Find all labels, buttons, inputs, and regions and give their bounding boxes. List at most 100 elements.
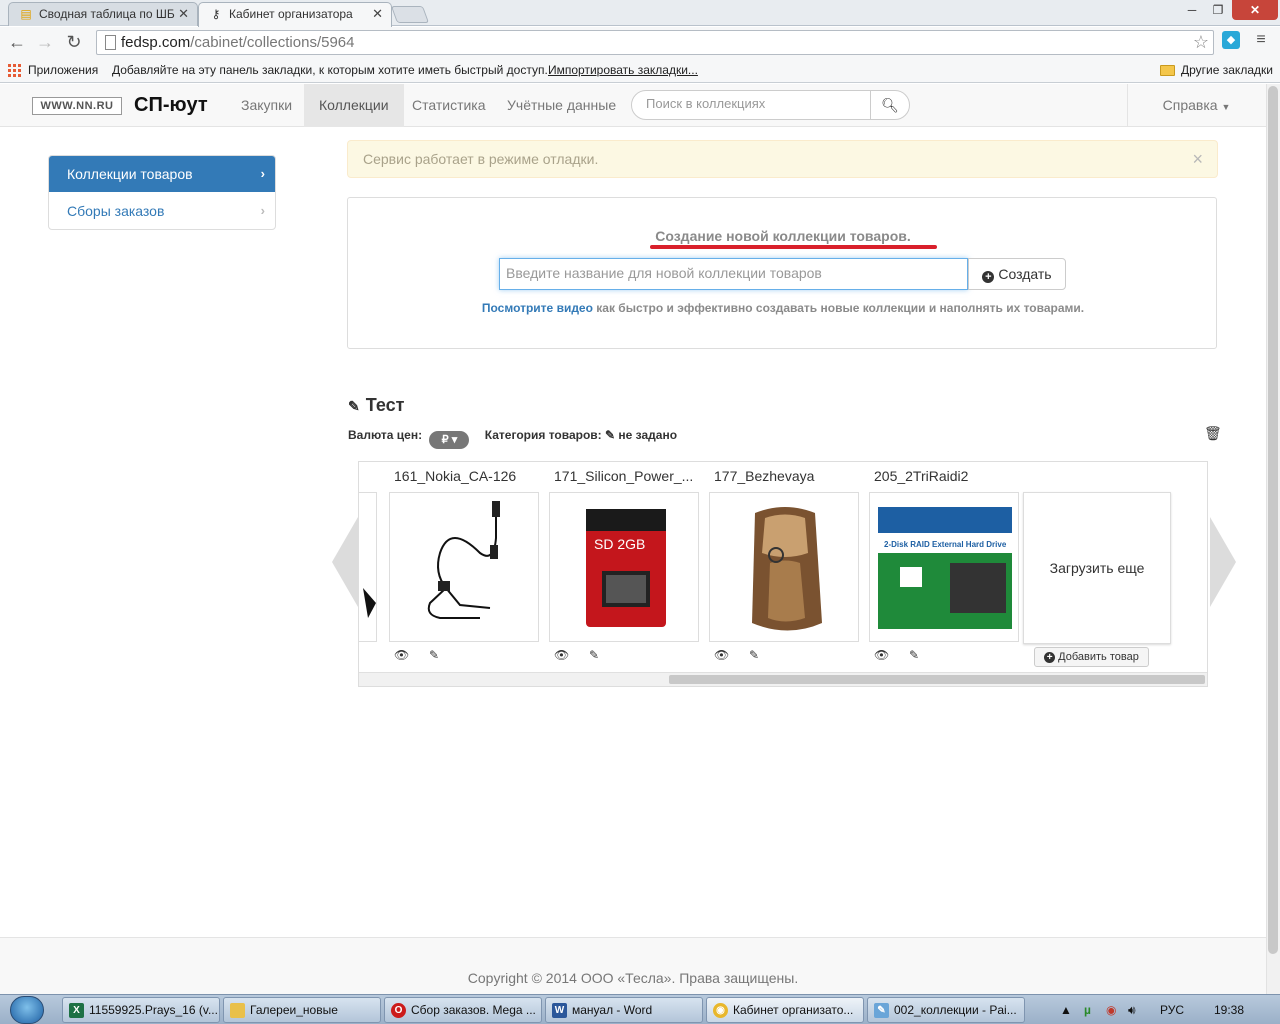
help-dropdown[interactable]: Справка ▼ xyxy=(1127,84,1265,127)
maximize-icon[interactable]: ❐ xyxy=(1206,0,1230,20)
product-name: 205_2TriRaidi2 xyxy=(874,468,969,484)
sidebar-item-label: Сборы заказов xyxy=(67,203,165,219)
browser-tab-1[interactable]: ▤ Сводная таблица по ШБ ✕ xyxy=(8,2,198,26)
horizontal-scrollbar[interactable] xyxy=(359,672,1207,686)
pencil-icon[interactable]: ✎ xyxy=(429,648,439,662)
bookmarks-hint: Добавляйте на эту панель закладки, к кот… xyxy=(112,63,548,77)
trash-icon[interactable]: 🗑︎ xyxy=(1204,425,1222,442)
create-button-label: Создать xyxy=(998,266,1052,282)
close-tab-icon[interactable]: ✕ xyxy=(178,3,189,25)
pencil-icon[interactable]: ✎ xyxy=(348,398,360,414)
scrollbar-thumb[interactable] xyxy=(1268,86,1278,954)
language-indicator[interactable]: РУС xyxy=(1160,995,1184,1024)
pencil-icon[interactable]: ✎ xyxy=(589,648,599,662)
debug-alert: Сервис работает в режиме отладки. × xyxy=(347,140,1218,178)
page-viewport: WWW.NN.RU СП-юут Закупки Коллекции Стати… xyxy=(0,84,1280,994)
product-image[interactable] xyxy=(709,492,859,642)
window-close-icon[interactable]: ✕ xyxy=(1232,0,1278,20)
eye-icon[interactable]: 👁︎ xyxy=(394,648,409,662)
brand-name[interactable]: СП-юут xyxy=(134,94,208,117)
new-tab-button[interactable] xyxy=(390,6,430,23)
notification-icon[interactable]: ◉ xyxy=(1106,995,1116,1024)
search-icon: 🔍︎ xyxy=(881,97,899,113)
browser-toolbar: ← → ↻ fedsp.com/cabinet/collections/5964… xyxy=(0,27,1280,59)
red-underline xyxy=(650,245,937,249)
carousel-next-arrow[interactable] xyxy=(1210,517,1236,607)
sd-card-thumb: SD 2GB xyxy=(586,509,666,627)
volume-icon[interactable]: 🔊︎ xyxy=(1128,995,1136,1024)
product-card: 177_Bezhevaya 👁︎ ✎ xyxy=(709,462,859,662)
other-bookmarks[interactable]: Другие закладки xyxy=(1181,59,1273,81)
currency-label: Валюта цен: xyxy=(348,428,423,442)
product-name: 161_Nokia_CA-126 xyxy=(394,468,517,484)
nav-account[interactable]: Учётные данные xyxy=(492,84,631,127)
create-title: Создание новой коллекции товаров. xyxy=(655,228,911,244)
taskbar-item-folder[interactable]: Галереи_новые xyxy=(223,997,381,1023)
paint-icon: ✎ xyxy=(874,1003,889,1018)
apps-icon xyxy=(8,64,21,77)
opera-icon: O xyxy=(391,1003,406,1018)
product-image[interactable]: SD 2GB xyxy=(549,492,699,642)
pencil-icon[interactable]: ✎ xyxy=(749,648,759,662)
forward-icon[interactable]: → xyxy=(34,31,56,53)
taskbar-item-opera[interactable]: O Сбор заказов. Mega ... xyxy=(384,997,542,1023)
close-tab-icon[interactable]: ✕ xyxy=(372,3,383,25)
caret-down-icon: ▼ xyxy=(1221,102,1231,112)
chrome-menu-icon[interactable]: ≡ xyxy=(1252,30,1270,50)
excel-icon: X xyxy=(69,1003,84,1018)
minimize-icon[interactable]: ─ xyxy=(1180,0,1204,20)
watch-video-link[interactable]: Посмотрите видео xyxy=(482,301,593,315)
browser-tab-2[interactable]: ⚷ Кабинет организатора ✕ xyxy=(198,2,392,27)
nav-statistics[interactable]: Статистика xyxy=(397,84,501,127)
search-button[interactable]: 🔍︎ xyxy=(870,90,910,120)
product-name: 177_Bezhevaya xyxy=(714,468,815,484)
taskbar-item-word[interactable]: Wмануал - Word xyxy=(545,997,703,1023)
product-name: 171_Silicon_Power_... xyxy=(554,468,694,484)
copyright-text: Copyright © 2014 ООО «Тесла». Права защи… xyxy=(467,970,799,986)
star-icon[interactable]: ☆ xyxy=(1193,32,1209,53)
product-image[interactable] xyxy=(359,492,377,642)
sidebar-item-label: Коллекции товаров xyxy=(67,166,193,182)
extension-icon[interactable]: ◆ xyxy=(1222,31,1240,49)
currency-dropdown[interactable]: ₽ ▾ xyxy=(429,431,470,449)
sidebar-item-collections[interactable]: Коллекции товаров › xyxy=(49,156,275,192)
product-image[interactable] xyxy=(389,492,539,642)
taskbar-item-chrome[interactable]: ◉ Кабинет организато... xyxy=(706,997,864,1023)
chevron-right-icon: › xyxy=(260,203,265,218)
apps-link[interactable]: Приложения xyxy=(28,59,98,81)
clock[interactable]: 19:38 xyxy=(1214,995,1244,1024)
svg-text:2-Disk RAID External Hard Driv: 2-Disk RAID External Hard Drive xyxy=(884,540,1007,549)
add-product-button[interactable]: + Добавить товар xyxy=(1034,647,1149,667)
address-bar[interactable]: fedsp.com/cabinet/collections/5964 ☆ xyxy=(96,30,1214,55)
taskbar-item-paint[interactable]: ✎ 002_коллекции - Pai... xyxy=(867,997,1025,1023)
carousel-prev-arrow[interactable] xyxy=(332,517,358,607)
sidebar-item-orders[interactable]: Сборы заказов › xyxy=(49,193,275,229)
close-icon[interactable]: × xyxy=(1192,141,1203,177)
cable-thumb xyxy=(427,501,500,619)
create-button[interactable]: + Создать xyxy=(968,258,1066,290)
load-more-button[interactable]: Загрузить еще xyxy=(1023,492,1171,644)
import-bookmarks-link[interactable]: Импортировать закладки... xyxy=(548,59,698,81)
pencil-icon[interactable]: ✎ xyxy=(605,428,615,442)
back-icon[interactable]: ← xyxy=(6,31,28,53)
start-button[interactable] xyxy=(10,996,44,1024)
collection-title[interactable]: ✎ Тест xyxy=(348,395,404,416)
eye-icon[interactable]: 👁︎ xyxy=(714,648,729,662)
site-logo[interactable]: WWW.NN.RU xyxy=(32,97,122,115)
scrollbar-thumb[interactable] xyxy=(669,675,1205,684)
search-input[interactable]: Поиск в коллекциях xyxy=(631,90,871,120)
hdd-box-thumb: 2-Disk RAID External Hard Drive xyxy=(878,507,1012,629)
reload-icon[interactable]: ↻ xyxy=(63,31,85,53)
nav-collections[interactable]: Коллекции xyxy=(304,84,404,127)
eye-icon[interactable]: 👁︎ xyxy=(874,648,889,662)
nav-purchases[interactable]: Закупки xyxy=(226,84,307,127)
pencil-icon[interactable]: ✎ xyxy=(909,648,919,662)
torrent-icon[interactable]: µ xyxy=(1084,995,1091,1024)
category-value[interactable]: не задано xyxy=(618,428,677,442)
eye-icon[interactable]: 👁︎ xyxy=(554,648,569,662)
product-image[interactable]: 2-Disk RAID External Hard Drive xyxy=(869,492,1019,642)
tray-expand-icon[interactable]: ▲ xyxy=(1060,995,1072,1024)
collection-name-input[interactable]: Введите название для новой коллекции тов… xyxy=(499,258,968,290)
key-case-thumb xyxy=(752,507,822,631)
taskbar-item-excel[interactable]: X 11559925.Prays_16 (v... xyxy=(62,997,220,1023)
